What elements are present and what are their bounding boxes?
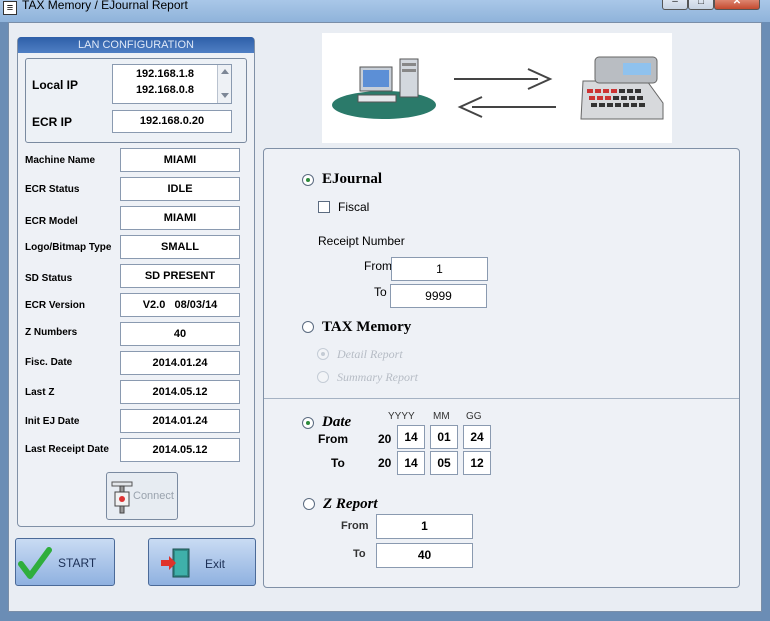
logo-bitmap-type-field: SMALL: [120, 235, 240, 259]
transfer-arrows-icon: [454, 68, 556, 118]
computer-icon: [332, 58, 436, 119]
date-from-label: From: [318, 432, 348, 446]
z-numbers-field: 40: [120, 322, 240, 346]
ecr-version-label: ECR Version: [25, 300, 86, 311]
network-illustration: [322, 33, 672, 143]
date-to-century: 20: [378, 456, 392, 470]
ecr-model-label: ECR Model: [25, 216, 78, 227]
ejournal-radio[interactable]: [302, 174, 314, 186]
z-to-field[interactable]: 40: [376, 543, 473, 568]
z-report-label: Z Report: [323, 496, 378, 512]
date-to-day-field[interactable]: 12: [463, 451, 491, 475]
connect-button[interactable]: Connect: [106, 472, 178, 520]
exit-door-icon: [161, 548, 190, 578]
machine-name-field: MIAMI: [120, 148, 240, 172]
date-to-label: To: [331, 456, 345, 470]
date-to-month-field[interactable]: 05: [430, 451, 458, 475]
sd-status-label: SD Status: [25, 273, 73, 284]
z-report-radio[interactable]: [303, 498, 315, 510]
fiscal-checkbox[interactable]: [318, 201, 330, 213]
z-numbers-label: Z Numbers: [25, 327, 78, 338]
start-label: START: [58, 556, 97, 570]
scroll-up-icon[interactable]: [221, 69, 229, 74]
z-from-field[interactable]: 1: [376, 514, 473, 539]
ecr-version-field: V2.0 08/03/14: [120, 293, 240, 317]
last-receipt-date-field: 2014.05.12: [120, 438, 240, 462]
local-ip-item[interactable]: 192.168.1.8: [113, 68, 217, 80]
receipt-to-label: To: [374, 285, 387, 299]
receipt-number-label: Receipt Number: [318, 234, 405, 248]
last-z-label: Last Z: [25, 387, 55, 398]
last-z-field: 2014.05.12: [120, 380, 240, 404]
date-from-year-field[interactable]: 14: [397, 425, 425, 449]
minimize-button[interactable]: –: [662, 0, 688, 10]
summary-report-label: Summary Report: [337, 370, 418, 384]
fiscal-label: Fiscal: [338, 200, 370, 214]
detail-report-radio[interactable]: [317, 348, 329, 360]
ecr-status-label: ECR Status: [25, 184, 80, 195]
ecr-model-field: MIAMI: [120, 206, 240, 230]
report-options-panel: [263, 148, 740, 588]
summary-report-radio[interactable]: [317, 371, 329, 383]
z-from-label: From: [341, 520, 369, 532]
scroll-down-icon[interactable]: [221, 93, 229, 98]
date-label: Date: [322, 414, 352, 430]
lan-config-header: LAN CONFIGURATION: [18, 37, 254, 53]
exit-label: Exit: [205, 557, 226, 571]
exit-button[interactable]: Exit: [148, 538, 256, 586]
checkmark-icon: [18, 547, 52, 579]
ecr-ip-field[interactable]: 192.168.0.20: [112, 110, 232, 133]
init-ej-date-label: Init EJ Date: [25, 416, 80, 427]
last-receipt-date-label: Last Receipt Date: [25, 444, 109, 455]
date-from-day-field[interactable]: 24: [463, 425, 491, 449]
date-radio[interactable]: [302, 417, 314, 429]
connect-label: Connect: [133, 490, 174, 502]
receipt-to-field[interactable]: 9999: [390, 284, 487, 308]
init-ej-date-field: 2014.01.24: [120, 409, 240, 433]
machine-name-label: Machine Name: [25, 155, 96, 166]
fisc-date-field: 2014.01.24: [120, 351, 240, 375]
local-ip-label: Local IP: [32, 78, 79, 92]
mm-label: MM: [433, 411, 450, 422]
logo-bitmap-type-label: Logo/Bitmap Type: [25, 242, 112, 253]
tax-memory-radio[interactable]: [302, 321, 314, 333]
receipt-from-field[interactable]: 1: [391, 257, 488, 281]
ejournal-label: EJournal: [322, 171, 383, 187]
date-to-year-field[interactable]: 14: [397, 451, 425, 475]
start-button[interactable]: START: [15, 538, 115, 586]
section-divider: [264, 398, 739, 399]
local-ip-scrollbar[interactable]: [217, 65, 231, 103]
plug-icon: [111, 481, 133, 514]
date-from-month-field[interactable]: 01: [430, 425, 458, 449]
date-from-century: 20: [378, 432, 392, 446]
close-button[interactable]: ✕: [714, 0, 760, 10]
receipt-from-label: From: [364, 259, 392, 273]
detail-report-label: Detail Report: [337, 347, 403, 361]
local-ip-item[interactable]: 192.168.0.8: [113, 84, 217, 96]
ecr-status-field: IDLE: [120, 177, 240, 201]
app-icon[interactable]: ≡: [3, 1, 17, 15]
ecr-ip-label: ECR IP: [32, 115, 73, 129]
cash-register-icon: [580, 56, 664, 120]
maximize-button[interactable]: □: [688, 0, 714, 10]
sd-status-field: SD PRESENT: [120, 264, 240, 288]
window-title: TAX Memory / EJournal Report: [22, 0, 188, 12]
z-to-label: To: [353, 548, 366, 560]
local-ip-list[interactable]: 192.168.1.8 192.168.0.8: [112, 64, 232, 104]
yyyy-label: YYYY: [388, 411, 415, 422]
gg-label: GG: [466, 411, 482, 422]
tax-memory-label: TAX Memory: [322, 319, 412, 335]
fisc-date-label: Fisc. Date: [25, 357, 73, 368]
